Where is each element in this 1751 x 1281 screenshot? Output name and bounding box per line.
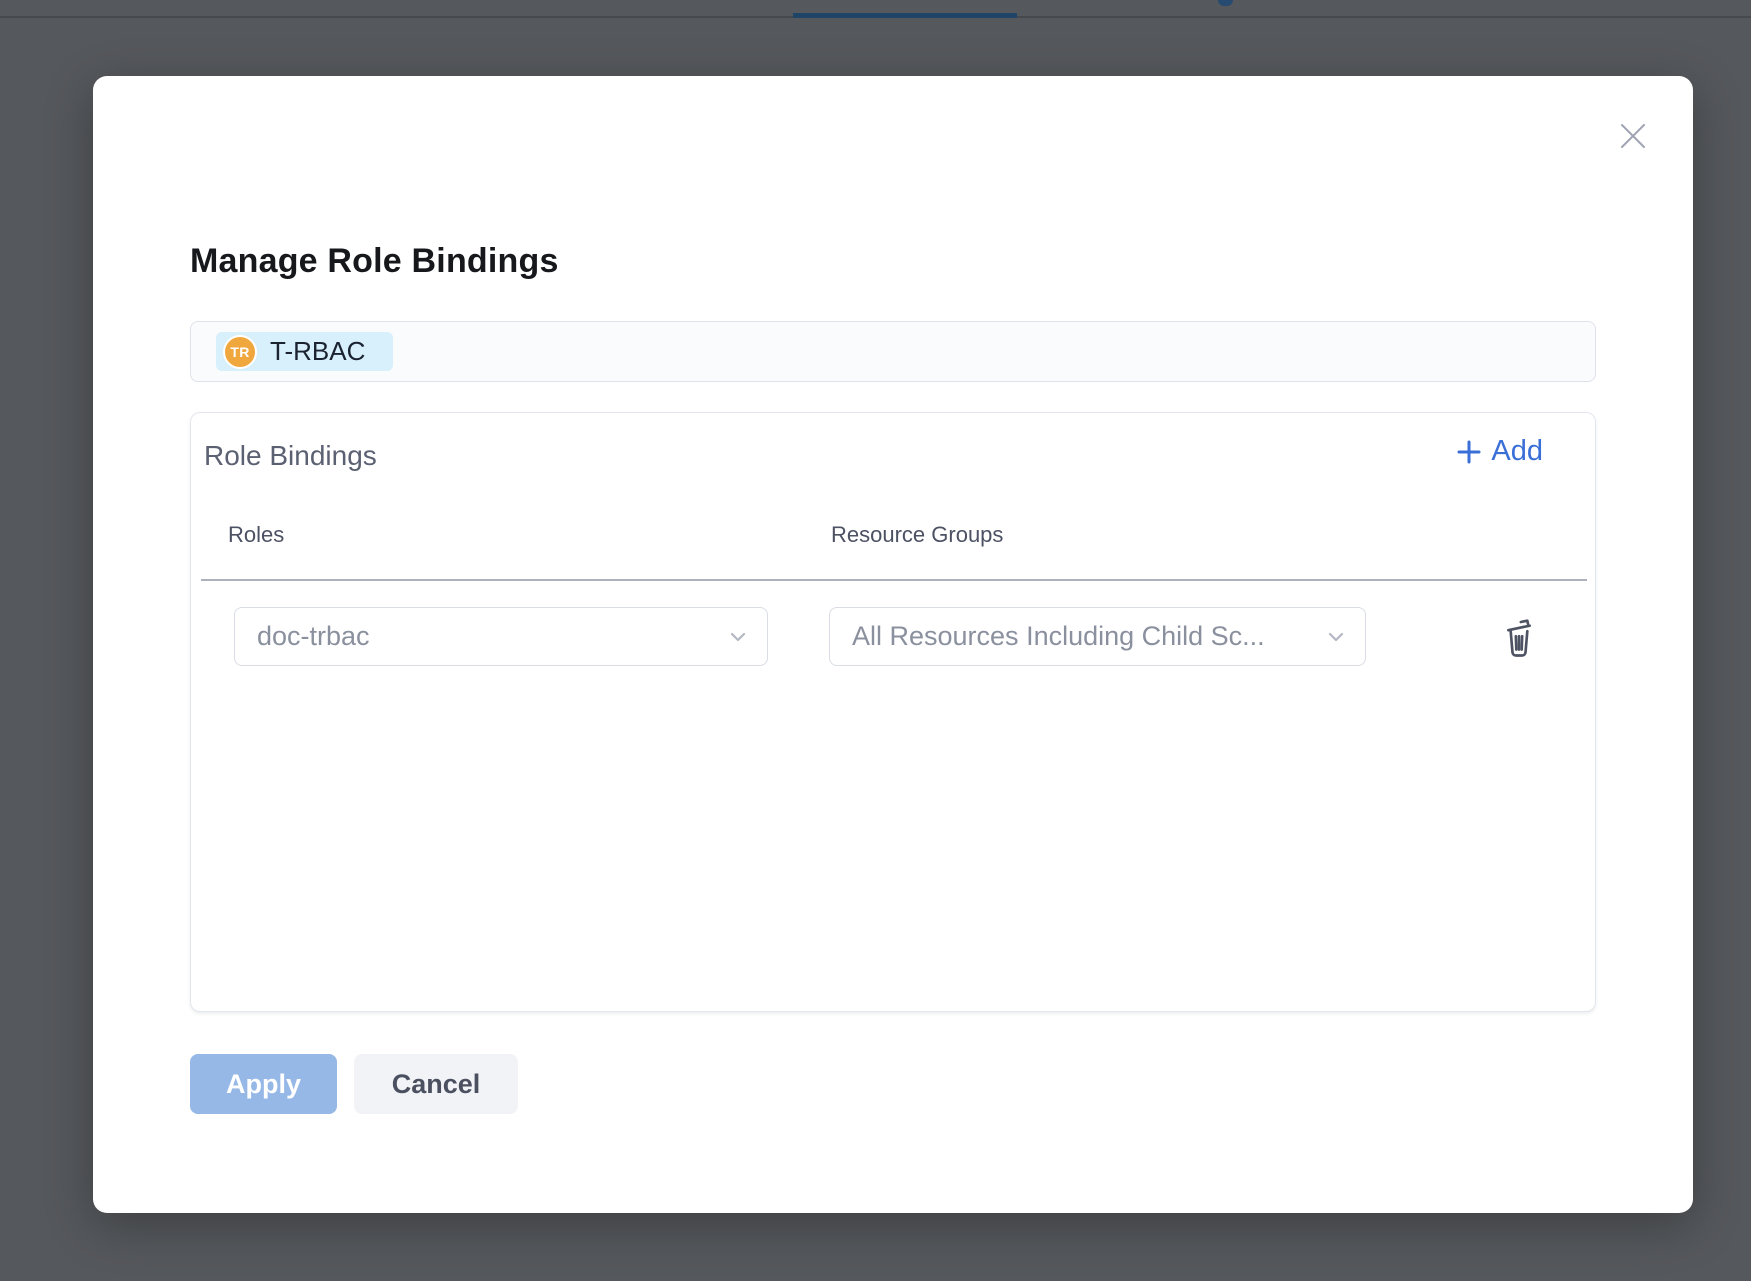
user-chip: TR T-RBAC [216,332,393,371]
column-header-resource-groups: Resource Groups [831,522,1003,548]
add-role-binding-button[interactable]: Add [1455,435,1543,468]
modal-title: Manage Role Bindings [190,242,559,281]
background-active-tab-underline [793,13,1017,18]
chevron-down-icon [727,626,749,648]
close-x-icon [1618,121,1648,151]
header-divider [201,579,1587,581]
plus-icon [1455,438,1483,466]
role-bindings-title: Role Bindings [204,440,377,472]
close-button[interactable] [1615,118,1651,154]
column-header-roles: Roles [228,522,284,548]
background-clipped-glyph [1218,0,1233,6]
add-button-label: Add [1491,435,1543,468]
role-select-value: doc-trbac [257,621,370,652]
role-select-dropdown[interactable]: doc-trbac [234,607,768,666]
user-avatar: TR [223,335,257,369]
cancel-button[interactable]: Cancel [354,1054,518,1114]
chevron-down-icon [1325,626,1347,648]
manage-role-bindings-modal: Manage Role Bindings User TR T-RBAC Role… [93,76,1693,1213]
resource-group-select-dropdown[interactable]: All Resources Including Child Sc... [829,607,1366,666]
role-bindings-panel: Role Bindings Add Roles Resource Groups … [190,412,1596,1012]
apply-button[interactable]: Apply [190,1054,337,1114]
resource-group-select-value: All Resources Including Child Sc... [852,621,1265,652]
delete-row-button[interactable] [1496,613,1542,661]
user-select-field[interactable]: TR T-RBAC [190,321,1596,382]
trash-icon [1499,615,1539,659]
user-chip-name: T-RBAC [270,336,365,367]
